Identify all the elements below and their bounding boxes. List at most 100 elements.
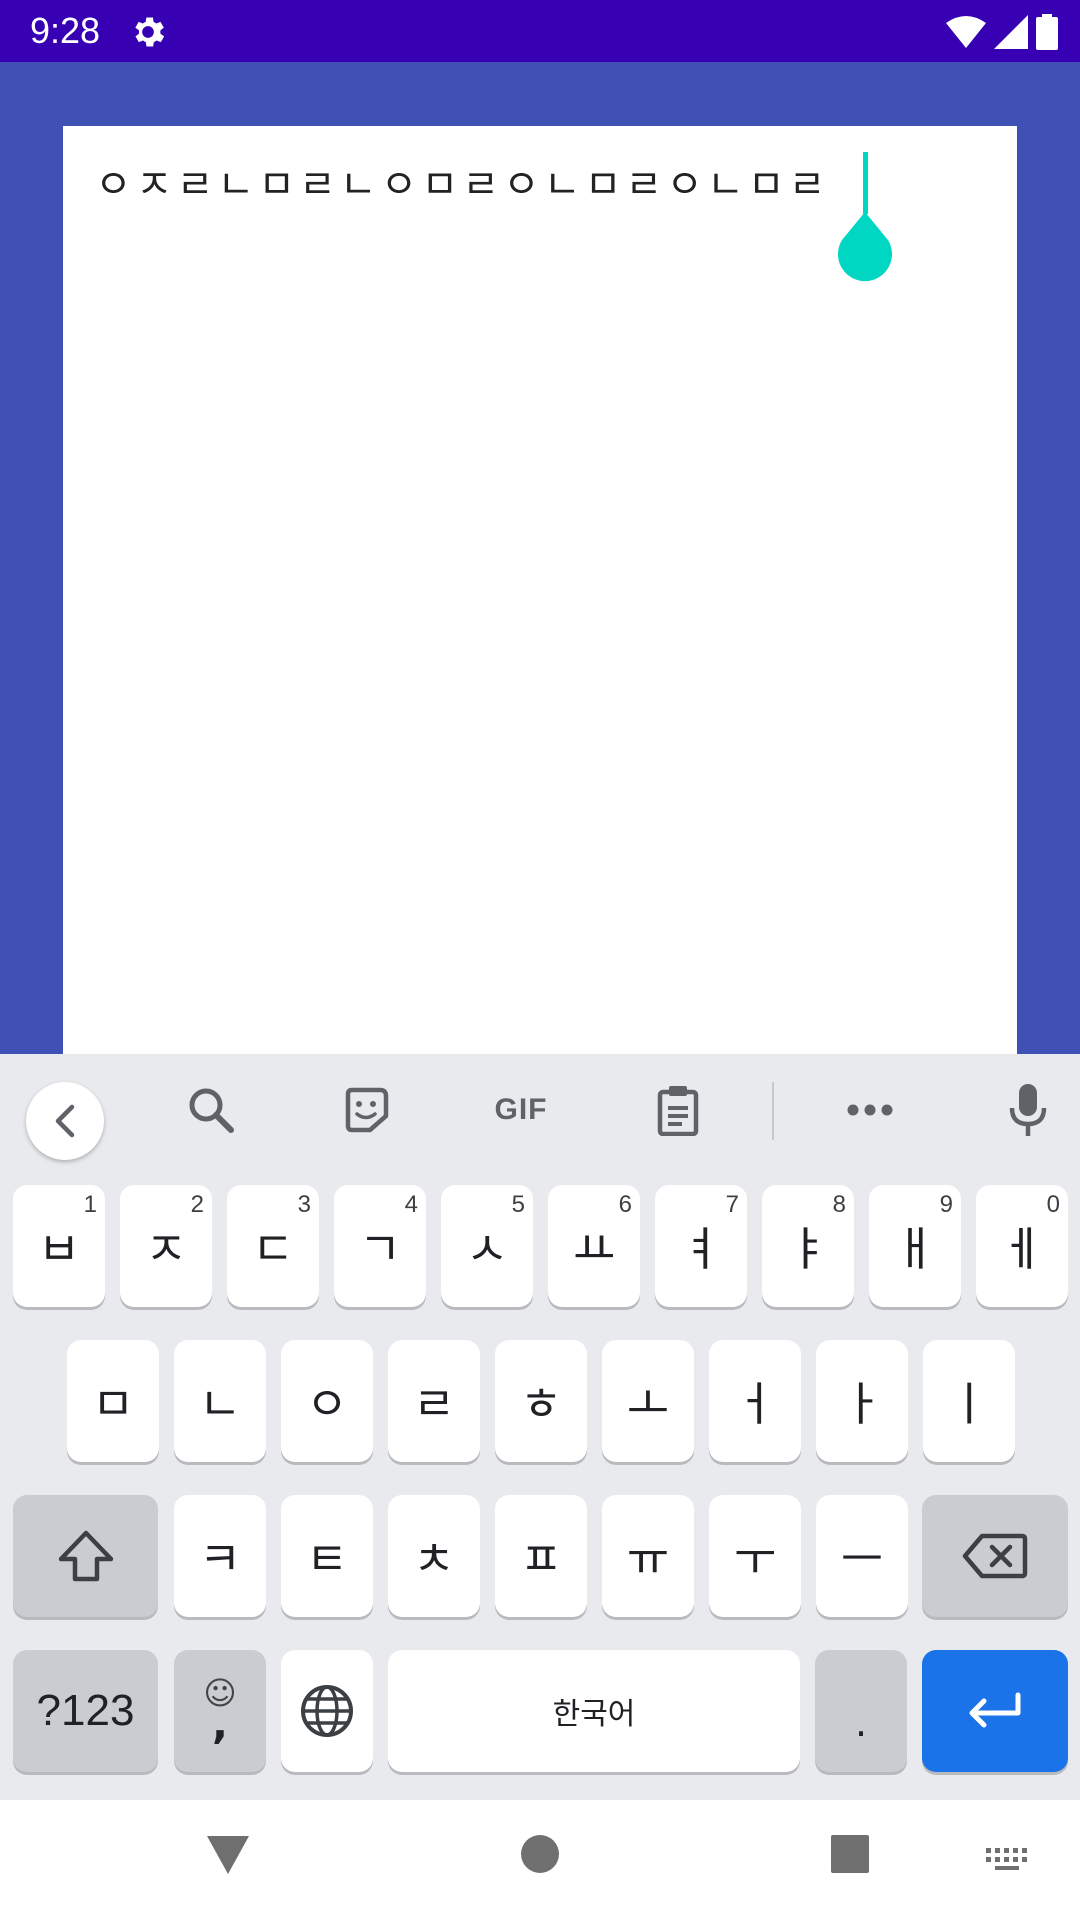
- key-hint: 9: [939, 1191, 953, 1218]
- key-k[interactable]: ㅋ: [174, 1495, 266, 1617]
- key-ng[interactable]: ㅇ: [281, 1340, 373, 1462]
- key-h[interactable]: ㅎ: [495, 1340, 587, 1462]
- space-label: 한국어: [552, 1697, 636, 1732]
- key-label: ㄱ: [358, 1222, 402, 1276]
- settings-gear-icon: [135, 17, 165, 47]
- key-b[interactable]: ㅂ1: [13, 1185, 105, 1307]
- globe-icon: [301, 1685, 353, 1737]
- key-p[interactable]: ㅍ: [495, 1495, 587, 1617]
- backspace-icon: [962, 1533, 1028, 1579]
- clipboard-icon: [657, 1086, 699, 1136]
- gif-label: GIF: [494, 1093, 548, 1126]
- key-label: ㄴ: [198, 1377, 242, 1431]
- cursor-handle-icon[interactable]: [836, 212, 894, 282]
- key-label: ㅌ: [305, 1532, 349, 1586]
- key-hint: 6: [618, 1191, 632, 1218]
- voice-input-button[interactable]: [1000, 1082, 1056, 1138]
- key-yu[interactable]: ㅠ: [602, 1495, 694, 1617]
- chevron-left-icon: [55, 1104, 75, 1138]
- key-label: ㅠ: [626, 1532, 670, 1586]
- period-label: .: [854, 1701, 868, 1745]
- period-key[interactable]: .: [815, 1650, 907, 1772]
- key-hint: 3: [297, 1191, 311, 1218]
- soft-keyboard: GIF ㅂ1 ㅈ2 ㄷ3 ㄱ4 ㅅ5 ㅛ 6 ㅕ 7 ㅑ 8 ㅐ 9 ㅔ 0 ㅁ…: [0, 1054, 1080, 1800]
- key-label: ㅈ: [144, 1222, 188, 1276]
- microphone-icon: [1009, 1084, 1047, 1136]
- key-i[interactable]: ㅣ: [923, 1340, 1015, 1462]
- keyboard-toolbar: GIF: [0, 1054, 1080, 1166]
- key-hint: 8: [832, 1191, 846, 1218]
- backspace-key[interactable]: [922, 1495, 1068, 1617]
- editor-text[interactable]: ㅇㅈㄹㄴㅁㄹㄴㅇㅁㄹㅇㄴㅁㄹㅇㄴㅁㄹ: [95, 156, 829, 214]
- key-hint: 0: [1046, 1191, 1060, 1218]
- symbols-key[interactable]: ?123: [13, 1650, 158, 1772]
- clipboard-button[interactable]: [650, 1082, 706, 1138]
- keyboard-switch-icon[interactable]: [986, 1848, 1028, 1876]
- key-s[interactable]: ㅅ5: [441, 1185, 533, 1307]
- wifi-icon: [946, 16, 986, 48]
- home-circle-icon[interactable]: [520, 1834, 560, 1874]
- key-o[interactable]: ㅗ: [602, 1340, 694, 1462]
- key-label: ㅎ: [519, 1377, 563, 1431]
- key-label: ㅣ: [947, 1377, 991, 1431]
- gif-button[interactable]: GIF: [482, 1082, 560, 1138]
- key-m[interactable]: ㅁ: [67, 1340, 159, 1462]
- key-label: ㅁ: [91, 1377, 135, 1431]
- key-label: ㄹ: [412, 1377, 456, 1431]
- key-yo[interactable]: ㅛ6: [548, 1185, 640, 1307]
- key-a[interactable]: ㅏ: [816, 1340, 908, 1462]
- key-e[interactable]: ㅔ0: [976, 1185, 1068, 1307]
- key-u[interactable]: ㅜ: [709, 1495, 801, 1617]
- key-ae[interactable]: ㅐ9: [869, 1185, 961, 1307]
- shift-arrow-icon: [58, 1530, 113, 1582]
- key-label: ㄷ: [251, 1222, 295, 1276]
- key-n[interactable]: ㄴ: [174, 1340, 266, 1462]
- space-key[interactable]: 한국어: [388, 1650, 800, 1772]
- key-label: ㅍ: [519, 1532, 563, 1586]
- key-label: ㅜ: [733, 1532, 777, 1586]
- toolbar-divider: [772, 1082, 774, 1140]
- more-options-button[interactable]: [842, 1082, 898, 1138]
- key-ch[interactable]: ㅊ: [388, 1495, 480, 1617]
- search-icon: [189, 1088, 234, 1133]
- text-editor[interactable]: ㅇㅈㄹㄴㅁㄹㄴㅇㅁㄹㅇㄴㅁㄹㅇㄴㅁㄹ: [63, 126, 1017, 1054]
- key-label: ㅂ: [37, 1222, 81, 1276]
- status-time: 9:28: [30, 10, 101, 51]
- sticker-button[interactable]: [338, 1082, 394, 1138]
- key-t[interactable]: ㅌ: [281, 1495, 373, 1617]
- key-hint: 4: [404, 1191, 418, 1218]
- key-yeo[interactable]: ㅕ7: [655, 1185, 747, 1307]
- key-r[interactable]: ㄹ: [388, 1340, 480, 1462]
- key-label: ㅔ: [1000, 1222, 1044, 1276]
- cell-signal-icon: [994, 15, 1028, 49]
- key-eo[interactable]: ㅓ: [709, 1340, 801, 1462]
- key-hint: 2: [190, 1191, 204, 1218]
- symbols-label: ?123: [36, 1686, 135, 1735]
- key-d[interactable]: ㄷ3: [227, 1185, 319, 1307]
- key-hint: 5: [511, 1191, 525, 1218]
- key-label: ㅡ: [840, 1532, 884, 1586]
- recents-square-icon[interactable]: [830, 1834, 870, 1874]
- key-ya[interactable]: ㅑ8: [762, 1185, 854, 1307]
- key-label: ㅗ: [626, 1377, 670, 1431]
- key-eu[interactable]: ㅡ: [816, 1495, 908, 1617]
- language-switch-key[interactable]: [281, 1650, 373, 1772]
- key-j[interactable]: ㅈ2: [120, 1185, 212, 1307]
- emoji-comma-key[interactable]: ☺ ,: [174, 1650, 266, 1772]
- battery-icon: [1036, 14, 1058, 50]
- sticker-icon: [345, 1087, 389, 1133]
- key-label: ㅏ: [840, 1377, 884, 1431]
- key-label: ㅇ: [305, 1377, 349, 1431]
- key-label: ㅓ: [733, 1377, 777, 1431]
- more-horizontal-icon: [847, 1104, 893, 1116]
- key-label: ㅑ: [786, 1222, 830, 1276]
- back-triangle-icon[interactable]: [205, 1834, 251, 1876]
- enter-key[interactable]: [922, 1650, 1068, 1772]
- key-label: ㅐ: [893, 1222, 937, 1276]
- key-g[interactable]: ㄱ4: [334, 1185, 426, 1307]
- toolbar-back-button[interactable]: [26, 1082, 104, 1160]
- enter-arrow-icon: [969, 1692, 1021, 1728]
- search-button[interactable]: [183, 1082, 239, 1138]
- key-hint: 7: [725, 1191, 739, 1218]
- shift-key[interactable]: [13, 1495, 158, 1617]
